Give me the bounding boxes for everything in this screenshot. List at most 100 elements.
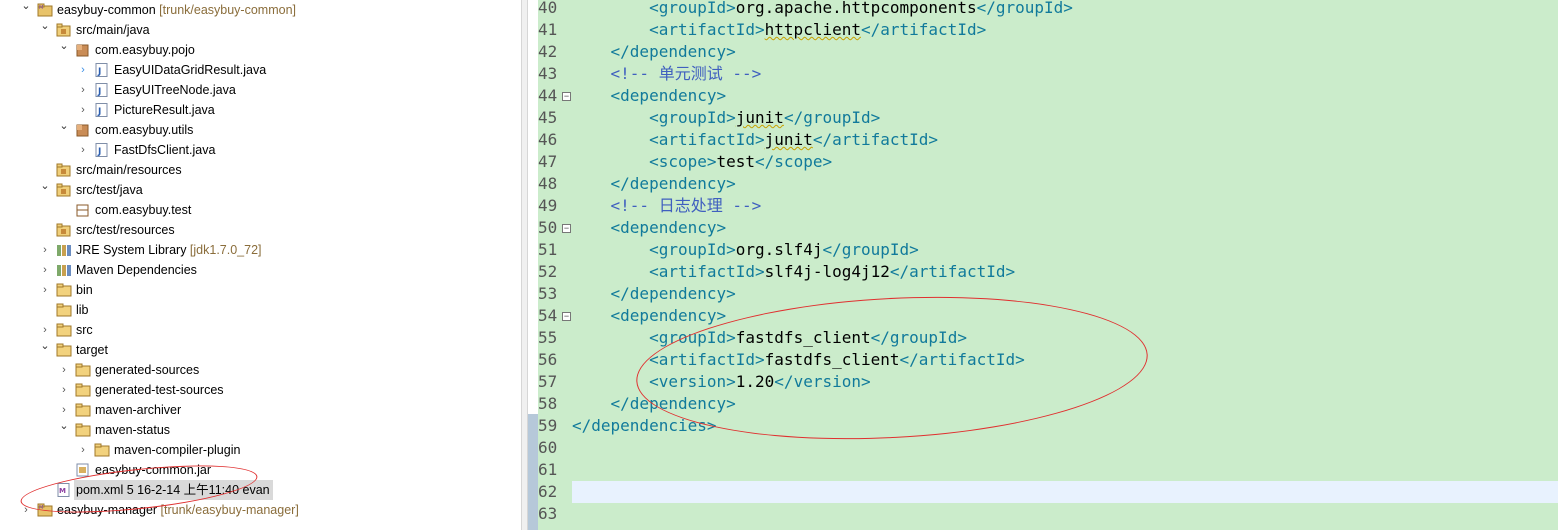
code-line[interactable]: </dependency> [572, 41, 1552, 63]
tree-row[interactable]: ⌄ maven-status [0, 420, 521, 440]
line-number: 45 [538, 108, 558, 127]
tree-row[interactable]: ⌄ src/test/java [0, 180, 521, 200]
tree-row[interactable]: › generated-sources [0, 360, 521, 380]
xml-tag: <dependency> [572, 306, 727, 325]
tree-row[interactable]: lib [0, 300, 521, 320]
xml-comment: <!-- 日志处理 --> [572, 196, 762, 215]
code-line[interactable]: </dependency> [572, 283, 1552, 305]
tree-row[interactable]: › J FastDfsClient.java [0, 140, 521, 160]
package-explorer: ⌄ Measybuy-common [trunk/easybuy-common] ⌄… [0, 0, 521, 530]
chevron-down-icon[interactable]: ⌄ [58, 36, 70, 56]
code-line[interactable]: <artifactId>httpclient</artifactId> [572, 19, 1552, 41]
line-number: 55 [538, 328, 558, 347]
library-icon [56, 243, 72, 257]
code-line[interactable] [572, 481, 1552, 503]
code-line[interactable]: <dependency> [572, 217, 1552, 239]
fold-toggle-icon[interactable]: − [562, 92, 571, 101]
chevron-down-icon[interactable]: ⌄ [39, 336, 51, 356]
svg-text:J: J [97, 67, 101, 77]
code-line[interactable]: <artifactId>slf4j-log4j12</artifactId> [572, 261, 1552, 283]
tree-row-label: PictureResult.java [114, 103, 215, 117]
tree-row[interactable]: › maven-archiver [0, 400, 521, 420]
line-number: 41 [538, 20, 558, 39]
code-line[interactable] [572, 503, 1552, 525]
folder-icon [75, 403, 91, 417]
java-file-icon: J [94, 143, 110, 157]
tree-row[interactable]: › JRE System Library [jdk1.7.0_72] [0, 240, 521, 260]
xml-tag: <groupId> [572, 240, 736, 259]
tree-row-label: src/test/java [76, 183, 143, 197]
xml-value: org.apache.httpcomponents [735, 0, 977, 17]
code-line[interactable] [572, 437, 1552, 459]
chevron-down-icon[interactable]: ⌄ [58, 116, 70, 136]
svg-text:J: J [97, 107, 101, 117]
chevron-right-icon[interactable]: › [58, 380, 70, 400]
tree-row[interactable]: › bin [0, 280, 521, 300]
line-number: 62 [538, 482, 558, 501]
code-line[interactable]: <groupId>org.slf4j</groupId> [572, 239, 1552, 261]
code-line[interactable]: <!-- 单元测试 --> [572, 63, 1552, 85]
code-line[interactable]: <scope>test</scope> [572, 151, 1552, 173]
chevron-down-icon[interactable]: ⌄ [39, 176, 51, 196]
xml-tag: </artifactId> [812, 130, 939, 149]
tree-row[interactable]: › maven-compiler-plugin [0, 440, 521, 460]
chevron-down-icon[interactable]: ⌄ [20, 0, 32, 16]
code-line[interactable]: <dependency> [572, 85, 1552, 107]
chevron-right-icon[interactable]: › [77, 60, 89, 80]
tree-row[interactable]: src/test/resources [0, 220, 521, 240]
tree-row[interactable]: ⌄ com.easybuy.utils [0, 120, 521, 140]
folder-icon [56, 283, 72, 297]
chevron-right-icon[interactable]: › [77, 140, 89, 160]
xml-tag: <scope> [572, 152, 717, 171]
tree-row[interactable]: ⌄ src/main/java [0, 20, 521, 40]
folder-icon [75, 363, 91, 377]
pom-xml-editor[interactable]: 40 <groupId>org.apache.httpcomponents</g… [528, 0, 1558, 530]
svg-text:J: J [97, 87, 101, 97]
xml-value: junit [735, 108, 784, 127]
xml-value: httpclient [764, 20, 861, 39]
line-number: 56 [538, 350, 558, 369]
xml-tag: </groupId> [822, 240, 919, 259]
xml-tag: <groupId> [572, 0, 736, 17]
line-number: 40 [538, 0, 558, 17]
java-file-icon: J [94, 83, 110, 97]
tree-row[interactable]: › generated-test-sources [0, 380, 521, 400]
code-line[interactable] [572, 459, 1552, 481]
view-splitter[interactable] [521, 0, 528, 530]
tree-row[interactable]: ⌄ com.easybuy.pojo [0, 40, 521, 60]
tree-row[interactable]: src/main/resources [0, 160, 521, 180]
fold-toggle-icon[interactable]: − [562, 312, 571, 321]
tree-row[interactable]: ⌄ target [0, 340, 521, 360]
chevron-right-icon[interactable]: › [77, 440, 89, 460]
folder-icon [75, 423, 91, 437]
line-number: 46 [538, 130, 558, 149]
tree-row[interactable]: › J EasyUITreeNode.java [0, 80, 521, 100]
tree-row[interactable]: › Maven Dependencies [0, 260, 521, 280]
xml-tag: </groupId> [783, 108, 881, 127]
chevron-right-icon[interactable]: › [77, 80, 89, 100]
xml-tag: </scope> [755, 152, 833, 171]
code-line[interactable]: <artifactId>junit</artifactId> [572, 129, 1552, 151]
xml-tag: <artifactId> [572, 130, 765, 149]
tree-row[interactable]: › src [0, 320, 521, 340]
tree-row[interactable]: › J PictureResult.java [0, 100, 521, 120]
code-line[interactable]: <groupId>junit</groupId> [572, 107, 1552, 129]
fold-toggle-icon[interactable]: − [562, 224, 571, 233]
tree-row[interactable]: ⌄ Measybuy-common [trunk/easybuy-common] [0, 0, 521, 20]
chevron-down-icon[interactable]: ⌄ [58, 416, 70, 436]
project-icon: M [37, 3, 53, 17]
code-line[interactable]: <!-- 日志处理 --> [572, 195, 1552, 217]
code-line[interactable]: <groupId>org.apache.httpcomponents</grou… [572, 0, 1552, 19]
tree-row[interactable]: com.easybuy.test [0, 200, 521, 220]
line-number: 42 [538, 42, 558, 61]
chevron-right-icon[interactable]: › [39, 280, 51, 300]
chevron-right-icon[interactable]: › [39, 260, 51, 280]
chevron-right-icon[interactable]: › [39, 240, 51, 260]
chevron-right-icon[interactable]: › [77, 100, 89, 120]
chevron-down-icon[interactable]: ⌄ [39, 16, 51, 36]
tree-row[interactable]: › J EasyUIDataGridResult.java [0, 60, 521, 80]
code-line[interactable]: </dependency> [572, 173, 1552, 195]
chevron-right-icon[interactable]: › [58, 360, 70, 380]
xml-comment: <!-- 单元测试 --> [572, 64, 762, 83]
xml-tag: </dependency> [572, 42, 736, 61]
